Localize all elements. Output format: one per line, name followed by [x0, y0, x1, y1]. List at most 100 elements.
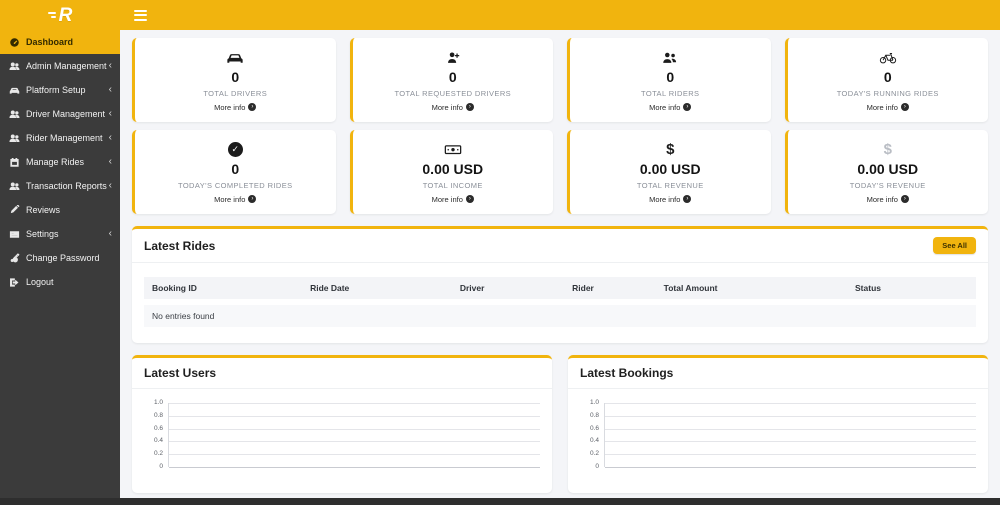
sidebar-item-label: Transaction Reports: [26, 181, 107, 191]
sidebar-item-label: Platform Setup: [26, 85, 86, 95]
plot-area: [168, 403, 540, 468]
more-info-link[interactable]: More info ›: [649, 195, 692, 204]
y-tick-label: 1.0: [589, 399, 599, 407]
key-icon: [8, 252, 21, 265]
sidebar-item-change-password[interactable]: Change Password: [0, 246, 120, 270]
main-content: 0 TOTAL DRIVERS More info › 0 TOTAL REQU…: [120, 30, 1000, 498]
stat-card-todays-revenue: $ 0.00 USD TODAY'S REVENUE More info ›: [784, 130, 988, 214]
users-icon: [8, 60, 21, 73]
stat-card-total-revenue: $ 0.00 USD TOTAL REVENUE More info ›: [567, 130, 771, 214]
sidebar-item-driver-management[interactable]: Driver Management ‹: [0, 102, 120, 126]
y-tick-label: 0.6: [589, 424, 599, 432]
sidebar-item-logout[interactable]: Logout: [0, 270, 120, 294]
sidebar-item-label: Manage Rides: [26, 157, 85, 167]
sidebar-item-dashboard[interactable]: Dashboard: [0, 30, 120, 54]
tachometer-icon: [8, 36, 21, 49]
latest-bookings-chart: 1.0 0.8 0.6 0.4 0.2 0: [568, 389, 988, 493]
more-info-label: More info: [214, 194, 246, 204]
user-plus-icon: [444, 49, 462, 67]
check-circle-icon: ✓: [227, 141, 243, 159]
circle-arrow-icon: ›: [900, 195, 909, 203]
column-header-driver: Driver: [451, 277, 565, 299]
chevron-left-icon: ‹: [108, 60, 112, 71]
sidebar-item-rider-management[interactable]: Rider Management ‹: [0, 126, 120, 150]
latest-rides-header: Latest Rides See All: [132, 229, 988, 263]
chevron-left-icon: ‹: [108, 84, 112, 95]
y-tick-label: 0: [159, 463, 163, 471]
stat-value: 0: [883, 68, 892, 85]
more-info-link[interactable]: More info ›: [867, 103, 909, 112]
latest-users-header: Latest Users: [132, 358, 552, 389]
users-icon: [8, 108, 21, 121]
latest-bookings-panel: Latest Bookings 1.0 0.8 0.6 0.4 0.2 0: [568, 355, 988, 493]
sidebar-item-label: Dashboard: [26, 37, 74, 47]
sidebar-item-transaction-reports[interactable]: Transaction Reports ‹: [0, 174, 120, 198]
more-info-label: More info: [866, 194, 898, 204]
bottom-strip: [0, 498, 1000, 505]
sidebar-item-settings[interactable]: Settings ‹: [0, 222, 120, 246]
stat-cards-row-2: ✓ 0 TODAY'S COMPLETED RIDES More info › …: [132, 130, 988, 214]
y-tick-label: 0.4: [589, 437, 599, 445]
users-icon: [661, 49, 679, 67]
y-tick-label: 0.2: [589, 450, 599, 458]
chevron-left-icon: ‹: [108, 132, 112, 143]
more-info-link[interactable]: More info ›: [867, 195, 909, 204]
column-header-booking-id: Booking ID: [144, 277, 303, 299]
car-icon: [226, 49, 244, 67]
app-logo[interactable]: R: [0, 6, 120, 25]
more-info-link[interactable]: More info ›: [649, 102, 692, 112]
latest-users-panel: Latest Users 1.0 0.8 0.6 0.4 0.2 0: [132, 355, 552, 493]
logo-speed-lines-icon: [47, 12, 56, 18]
dollar-light-icon: $: [883, 141, 892, 158]
circle-arrow-icon: ›: [465, 195, 474, 203]
stat-label: TODAY'S COMPLETED RIDES: [177, 180, 293, 190]
sidebar-item-reviews[interactable]: Reviews: [0, 198, 120, 222]
more-info-link[interactable]: More info ›: [214, 103, 257, 112]
users-icon: [8, 180, 21, 193]
more-info-link[interactable]: More info ›: [432, 103, 474, 112]
circle-arrow-icon: ›: [248, 103, 257, 111]
sidebar-item-label: Logout: [26, 277, 54, 287]
calendar-icon: [8, 156, 21, 169]
sidebar-item-platform-setup[interactable]: Platform Setup ‹: [0, 78, 120, 102]
stat-value: 0.00 USD: [422, 160, 484, 177]
stat-value: 0: [666, 68, 675, 85]
sidebar-item-admin-management[interactable]: Admin Management ‹: [0, 54, 120, 78]
see-all-button[interactable]: See All: [933, 237, 976, 254]
sidebar-item-manage-rides[interactable]: Manage Rides ‹: [0, 150, 120, 174]
more-info-label: More info: [866, 102, 898, 112]
stat-label: TOTAL REQUESTED DRIVERS: [394, 88, 512, 98]
chevron-left-icon: ‹: [108, 180, 112, 191]
stat-label: TODAY'S RUNNING RIDES: [836, 88, 939, 98]
latest-rides-panel: Latest Rides See All Booking ID Ride Dat…: [132, 226, 988, 343]
pen-icon: [8, 204, 21, 217]
stat-card-total-requested-drivers: 0 TOTAL REQUESTED DRIVERS More info ›: [349, 38, 553, 122]
dollar-icon: $: [666, 141, 675, 158]
bicycle-icon: [879, 49, 897, 67]
chevron-left-icon: ‹: [108, 156, 112, 167]
column-header-status: Status: [847, 277, 976, 299]
more-info-link[interactable]: More info ›: [432, 195, 474, 204]
stat-card-todays-running-rides: 0 TODAY'S RUNNING RIDES More info ›: [784, 38, 988, 122]
stat-label: TOTAL INCOME: [422, 180, 483, 190]
sidebar-item-label: Reviews: [26, 205, 61, 215]
hamburger-icon[interactable]: [134, 9, 147, 21]
top-bar: R: [0, 0, 1000, 30]
chevron-left-icon: ‹: [108, 228, 112, 239]
stat-card-todays-completed-rides: ✓ 0 TODAY'S COMPLETED RIDES More info ›: [132, 130, 336, 214]
banknote-icon: [444, 141, 462, 159]
sidebar: Dashboard Admin Management ‹ Platform Se…: [0, 30, 120, 505]
more-info-link[interactable]: More info ›: [214, 194, 257, 204]
table-header-row: Booking ID Ride Date Driver Rider Total …: [144, 277, 976, 299]
stat-value: 0.00 USD: [639, 160, 701, 177]
stat-label: TODAY'S REVENUE: [849, 180, 926, 190]
more-info-label: More info: [649, 102, 681, 112]
logout-icon: [8, 276, 21, 289]
panel-title: Latest Users: [144, 366, 217, 380]
circle-arrow-icon: ›: [248, 195, 257, 203]
sidebar-item-label: Change Password: [26, 253, 100, 263]
panel-title: Latest Bookings: [580, 366, 674, 380]
circle-arrow-icon: ›: [683, 103, 692, 111]
sidebar-item-label: Driver Management: [26, 109, 106, 119]
table-row: No entries found: [144, 305, 976, 327]
